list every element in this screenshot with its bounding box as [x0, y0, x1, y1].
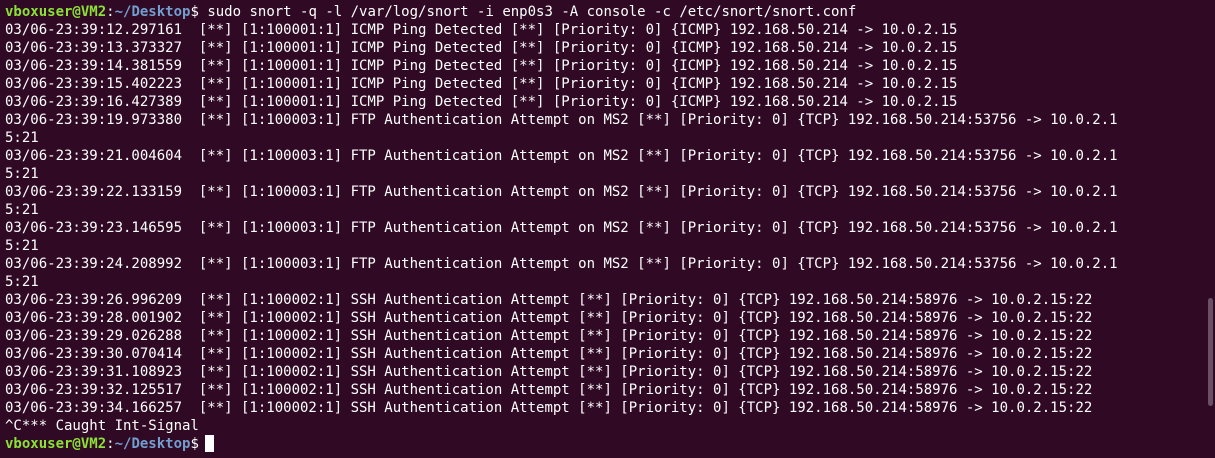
active-prompt-line[interactable]: vboxuser@VM2:~/Desktop$	[5, 435, 1215, 453]
prompt-symbol: $	[190, 4, 199, 20]
prompt-separator: :	[106, 436, 115, 452]
output-line: 03/06-23:39:12.297161 [**] [1:100001:1] …	[5, 22, 958, 38]
prompt-separator: :	[106, 4, 115, 20]
prompt-user-host: vboxuser@VM2	[5, 436, 107, 452]
output-line: 03/06-23:39:23.146595 [**] [1:100003:1] …	[5, 220, 1118, 236]
output-line: 03/06-23:39:21.004604 [**] [1:100003:1] …	[5, 148, 1118, 164]
prompt-path: ~/Desktop	[114, 436, 191, 452]
output-line: 03/06-23:39:13.373327 [**] [1:100001:1] …	[5, 40, 958, 56]
output-line: ^C*** Caught Int-Signal	[5, 418, 199, 434]
prompt-symbol: $	[190, 436, 199, 452]
output-line: 03/06-23:39:16.427389 [**] [1:100001:1] …	[5, 94, 958, 110]
output-line: 03/06-23:39:30.070414 [**] [1:100002:1] …	[5, 346, 1093, 362]
output-line: 03/06-23:39:26.996209 [**] [1:100002:1] …	[5, 292, 1093, 308]
output-line: 03/06-23:39:24.208992 [**] [1:100003:1] …	[5, 256, 1118, 272]
prompt-path: ~/Desktop	[114, 4, 191, 20]
output-line: 03/06-23:39:15.402223 [**] [1:100001:1] …	[5, 76, 958, 92]
output-line: 5:21	[5, 202, 39, 218]
output-line: 5:21	[5, 274, 39, 290]
terminal-window[interactable]: vboxuser@VM2:~/Desktop$ sudo snort -q -l…	[0, 0, 1215, 458]
output-line: 03/06-23:39:31.108923 [**] [1:100002:1] …	[5, 364, 1093, 380]
scrollbar[interactable]	[1208, 298, 1213, 406]
output-line: 5:21	[5, 130, 39, 146]
text-cursor	[204, 435, 214, 452]
prompt-user-host: vboxuser@VM2	[5, 4, 107, 20]
command-text: sudo snort -q -l /var/log/snort -i enp0s…	[198, 4, 857, 20]
output-line: 03/06-23:39:28.001902 [**] [1:100002:1] …	[5, 310, 1093, 326]
output-line: 03/06-23:39:22.133159 [**] [1:100003:1] …	[5, 184, 1118, 200]
command-line: vboxuser@VM2:~/Desktop$ sudo snort -q -l…	[5, 3, 1215, 21]
output-line: 03/06-23:39:32.125517 [**] [1:100002:1] …	[5, 382, 1093, 398]
output-line: 5:21	[5, 166, 39, 182]
output-line: 03/06-23:39:19.973380 [**] [1:100003:1] …	[5, 112, 1118, 128]
output-line: 03/06-23:39:14.381559 [**] [1:100001:1] …	[5, 58, 958, 74]
output-line: 5:21	[5, 238, 39, 254]
output-line: 03/06-23:39:29.026288 [**] [1:100002:1] …	[5, 328, 1093, 344]
output-line: 03/06-23:39:34.166257 [**] [1:100002:1] …	[5, 400, 1093, 416]
